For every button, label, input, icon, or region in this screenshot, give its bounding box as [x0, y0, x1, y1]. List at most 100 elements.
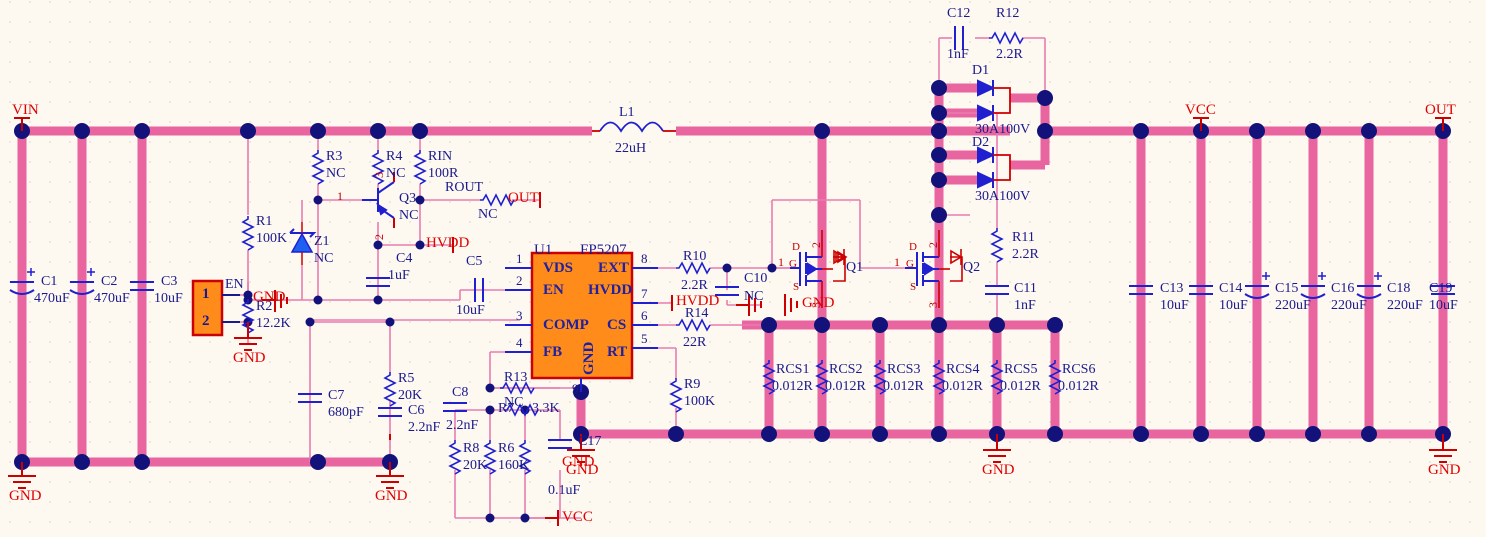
transistor-q2-pin-g-num: 1	[894, 255, 900, 269]
zener-value-z1: NC	[314, 251, 334, 266]
cap-refdes-c5: C5	[466, 254, 483, 269]
net-label-gnd-rcs: GND	[982, 462, 1015, 478]
transistor-refdes-q2: Q2	[963, 260, 981, 275]
net-label-gnd-left: GND	[9, 488, 42, 504]
ic-pin-num-9: 9	[572, 381, 579, 396]
res-value-r1: 100K	[256, 231, 288, 246]
diode-refdes-d2: D2	[972, 135, 990, 150]
ic-pin-num-1: 1	[516, 251, 523, 266]
transistor-refdes-q3: Q3	[399, 191, 417, 206]
res-value-r5: 20K	[398, 388, 423, 403]
transistor-refdes-q1: Q1	[846, 260, 864, 275]
cap-value-c12: 1nF	[947, 47, 969, 62]
ic-pin-name-rt: RT	[607, 344, 628, 360]
transistor-q1-drain-label: D	[792, 241, 800, 253]
cap-value-c6: 2.2nF	[408, 420, 441, 435]
res-value-rcs4: 0.012R	[942, 379, 983, 394]
res-value-r10: 2.2R	[681, 278, 708, 293]
res-value-r8: 20K	[463, 458, 488, 473]
resistor-symbols	[242, 32, 1061, 475]
connector-pin-2: 2	[202, 313, 210, 329]
cap-refdes-c18: C18	[1387, 281, 1411, 296]
res-value-r3: NC	[326, 166, 346, 181]
res-value-r11: 2.2R	[1012, 247, 1039, 262]
cap-refdes-c12: C12	[947, 6, 971, 21]
res-refdes-r6: R6	[498, 441, 515, 456]
gnd-symbols	[8, 322, 1457, 489]
res-refdes-r10: R10	[683, 249, 707, 264]
cap-refdes-c2: C2	[101, 274, 118, 289]
res-value-rcs1: 0.012R	[772, 379, 813, 394]
cap-refdes-c15: C15	[1275, 281, 1299, 296]
net-label-gnd-c17: GND	[562, 454, 595, 470]
cap-value-c15: 220uF	[1275, 298, 1311, 313]
cap-refdes-c17: C17	[578, 434, 602, 449]
net-label-vcc-bottom: VCC	[562, 509, 593, 525]
cap-value-c13: 10uF	[1160, 298, 1189, 313]
cap-refdes-c11: C11	[1014, 281, 1037, 296]
inductor-L1	[592, 121, 676, 133]
ic-pin-name-vds: VDS	[543, 260, 574, 276]
ic-pin-name-ext: EXT	[598, 260, 629, 276]
ic-pin-name-hvdd: HVDD	[588, 282, 633, 298]
ic-pin-name-en: EN	[543, 282, 564, 298]
transistor-q3-pin-1: 1	[337, 189, 343, 203]
ic-pin-name-comp: COMP	[543, 317, 589, 333]
res-value-r13: NC	[504, 395, 524, 410]
res-value-r2: 12.2K	[256, 316, 291, 331]
ic-refdes-u1: U1	[534, 242, 553, 258]
net-label-vin: VIN	[12, 102, 39, 118]
res-refdes-r3: R3	[326, 149, 343, 164]
transistor-q1-gate-label: G	[789, 258, 797, 270]
cap-refdes-c19: C19	[1429, 281, 1453, 296]
connector-pin-1: 1	[202, 286, 210, 302]
cap-value-c11: 1nF	[1014, 298, 1036, 313]
res-refdes-rcs6: RCS6	[1062, 362, 1096, 377]
res-value-r4: NC	[386, 166, 406, 181]
cap-refdes-c14: C14	[1219, 281, 1243, 296]
zener-Z1	[289, 200, 317, 300]
ic-pin-num-7: 7	[641, 286, 648, 301]
res-value-rout: NC	[478, 207, 498, 222]
net-label-gnd-left2: GND	[375, 488, 408, 504]
connector-label-en: EN	[225, 277, 244, 292]
net-label-gnd-right: GND	[1428, 462, 1461, 478]
res-refdes-r1: R1	[256, 214, 273, 229]
res-refdes-rcs4: RCS4	[946, 362, 980, 377]
cap-value-c1: 470uF	[34, 291, 70, 306]
res-refdes-rcs2: RCS2	[829, 362, 863, 377]
cap-value-c2: 470uF	[94, 291, 130, 306]
cap-refdes-c16: C16	[1331, 281, 1355, 296]
symbol-layer	[8, 26, 1457, 526]
ic-pin-num-4: 4	[516, 335, 523, 350]
transistor-q2-pin-d-num: 2	[926, 242, 940, 248]
res-value-rin: 100R	[428, 166, 459, 181]
res-refdes-r14: R14	[685, 306, 709, 321]
zener-refdes-z1: Z1	[314, 234, 330, 249]
res-value-r14: 22R	[683, 335, 707, 350]
res-refdes-r2: R2	[256, 299, 273, 314]
ic-pin-name-fb: FB	[543, 344, 563, 360]
ic-pin-num-8: 8	[641, 251, 648, 266]
res-value-r12: 2.2R	[996, 47, 1023, 62]
ic-part-number: FP5207	[580, 242, 627, 258]
net-label-out-right: OUT	[1425, 102, 1456, 118]
res-refdes-r5: R5	[398, 371, 415, 386]
ic-pin-num-2: 2	[516, 273, 523, 288]
res-refdes-rcs1: RCS1	[776, 362, 810, 377]
ic-pin-num-5: 5	[641, 331, 648, 346]
cap-refdes-c10: C10	[744, 271, 768, 286]
transistor-q1-pin-d-num: 2	[809, 242, 823, 248]
capacitor-symbols	[9, 26, 1455, 449]
cap-value-c14: 10uF	[1219, 298, 1248, 313]
net-label-vcc-top: VCC	[1185, 102, 1216, 118]
cap-value-c3: 10uF	[154, 291, 183, 306]
cap-refdes-c6: C6	[408, 403, 425, 418]
cap-value-c16: 220uF	[1331, 298, 1367, 313]
res-refdes-r8: R8	[463, 441, 480, 456]
res-refdes-r13: R13	[504, 370, 528, 385]
diode-value-d2: 30A100V	[975, 189, 1031, 204]
cap-value-c17: 0.1uF	[548, 483, 581, 498]
inductor-value-l1: 22uH	[615, 141, 647, 156]
cap-value-c19: 10uF	[1429, 298, 1458, 313]
